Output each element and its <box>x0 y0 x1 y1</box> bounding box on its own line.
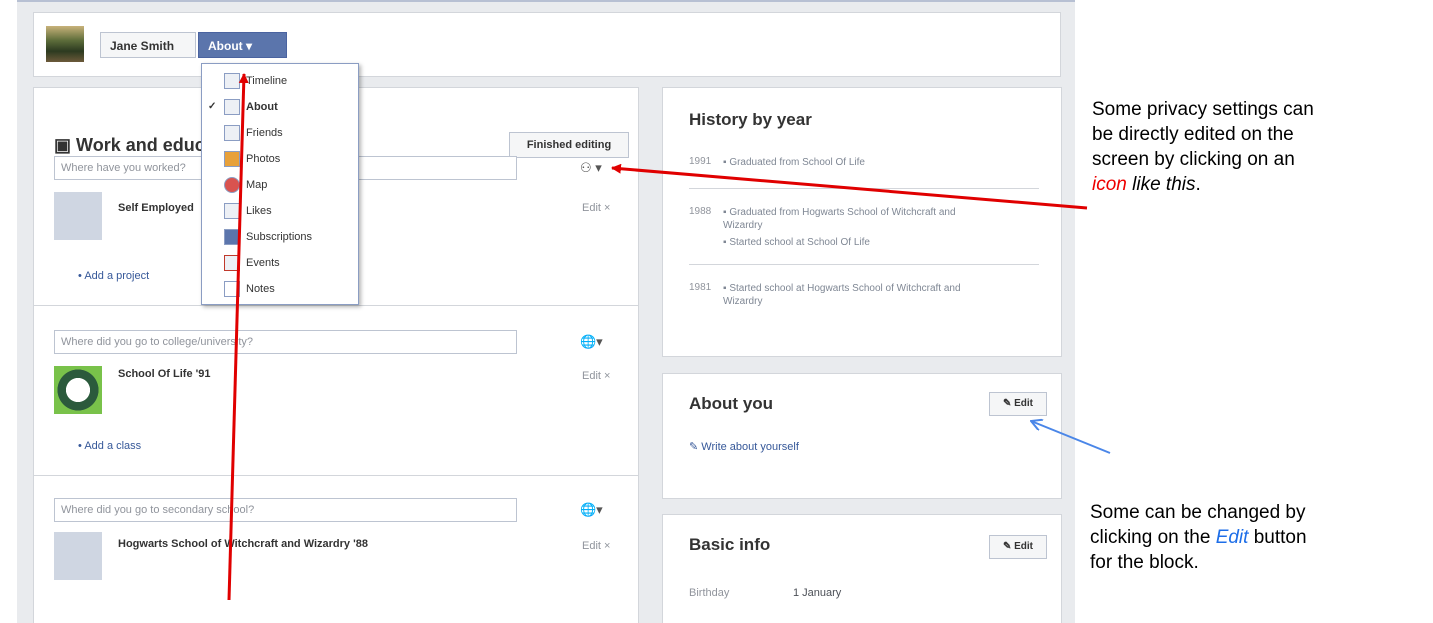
finished-editing-button[interactable]: Finished editing <box>509 132 629 158</box>
facebook-about-page: Jane Smith About ▾ ▣ Work and education … <box>17 0 1075 623</box>
add-project-link[interactable]: • Add a project <box>78 270 149 282</box>
divider <box>689 264 1039 265</box>
basic-info-edit-button[interactable]: ✎ Edit <box>989 535 1047 559</box>
employer-name[interactable]: Self Employed <box>118 202 194 214</box>
history-event: ▪ Started school at Hogwarts School of W… <box>723 283 961 307</box>
about-you-card: About you ✎ Edit ✎ Write about yourself <box>662 373 1062 499</box>
history-year: 1981 <box>689 282 712 293</box>
photos-icon <box>224 151 240 167</box>
likes-icon <box>224 203 240 219</box>
history-event: ▪ Graduated from School Of Life <box>723 157 865 168</box>
profile-name-button[interactable]: Jane Smith <box>100 32 196 58</box>
about-icon <box>224 99 240 115</box>
about-menu-button[interactable]: About ▾ <box>198 32 287 58</box>
college-input[interactable]: Where did you go to college/university? <box>54 330 517 354</box>
briefcase-icon: ▣ <box>54 135 72 155</box>
privacy-annotation: Some privacy settings can be directly ed… <box>1092 99 1314 195</box>
about-you-edit-button[interactable]: ✎ Edit <box>989 392 1047 416</box>
timeline-icon <box>224 73 240 89</box>
divider <box>34 475 638 476</box>
write-about-link[interactable]: ✎ Write about yourself <box>689 440 799 453</box>
history-event: ▪ Graduated from Hogwarts School of Witc… <box>723 207 956 231</box>
menu-item-friends[interactable]: Friends <box>202 120 358 146</box>
history-card: History by year 1991 ▪ Graduated from Sc… <box>662 87 1062 357</box>
checkmark-icon: ✓ <box>208 101 217 112</box>
subscriptions-icon <box>224 229 240 245</box>
college-name[interactable]: School Of Life '91 <box>118 368 210 380</box>
profile-header: Jane Smith About ▾ <box>33 12 1061 77</box>
map-pin-icon <box>224 177 240 193</box>
profile-sections-menu: Timeline ✓ About Friends Photos Map Likes… <box>201 63 359 305</box>
history-year: 1991 <box>689 156 712 167</box>
history-title: History by year <box>689 110 812 129</box>
friends-icon <box>224 125 240 141</box>
school-edit-link[interactable]: Edit × <box>582 540 610 552</box>
employer-thumbnail <box>54 192 102 240</box>
college-edit-link[interactable]: Edit × <box>582 370 610 382</box>
basic-info-title: Basic info <box>689 535 771 554</box>
divider <box>689 188 1039 189</box>
calendar-icon <box>224 255 240 271</box>
school-thumbnail <box>54 532 102 580</box>
school-name[interactable]: Hogwarts School of Witchcraft and Wizard… <box>118 538 368 550</box>
edit-annotation: Some can be changed by clicking on the E… <box>1090 502 1307 573</box>
menu-item-subscriptions[interactable]: Subscriptions <box>202 224 358 250</box>
add-class-link[interactable]: • Add a class <box>78 440 141 452</box>
globe-privacy-icon[interactable]: 🌐▾ <box>580 334 603 350</box>
friends-privacy-icon[interactable]: ⚇ ▾ <box>580 160 602 176</box>
profile-avatar[interactable] <box>46 26 84 62</box>
menu-item-map[interactable]: Map <box>202 172 358 198</box>
birthday-value: 1 January <box>793 587 842 599</box>
school-of-life-logo <box>54 366 102 414</box>
menu-item-about[interactable]: ✓ About <box>202 94 358 120</box>
history-year: 1988 <box>689 206 712 217</box>
menu-item-events[interactable]: Events <box>202 250 358 276</box>
menu-item-likes[interactable]: Likes <box>202 198 358 224</box>
notes-icon <box>224 281 240 297</box>
basic-info-card: Basic info ✎ Edit Birthday 1 January <box>662 514 1062 623</box>
globe-privacy-icon[interactable]: 🌐▾ <box>580 502 603 518</box>
about-you-title: About you <box>689 394 774 413</box>
menu-item-timeline[interactable]: Timeline <box>202 68 358 94</box>
history-event: ▪ Started school at School Of Life <box>723 237 870 248</box>
birthday-label: Birthday <box>689 587 730 599</box>
menu-item-photos[interactable]: Photos <box>202 146 358 172</box>
menu-item-notes[interactable]: Notes <box>202 276 358 302</box>
divider <box>34 305 638 306</box>
work-edit-link[interactable]: Edit × <box>582 202 610 214</box>
school-input[interactable]: Where did you go to secondary school? <box>54 498 517 522</box>
